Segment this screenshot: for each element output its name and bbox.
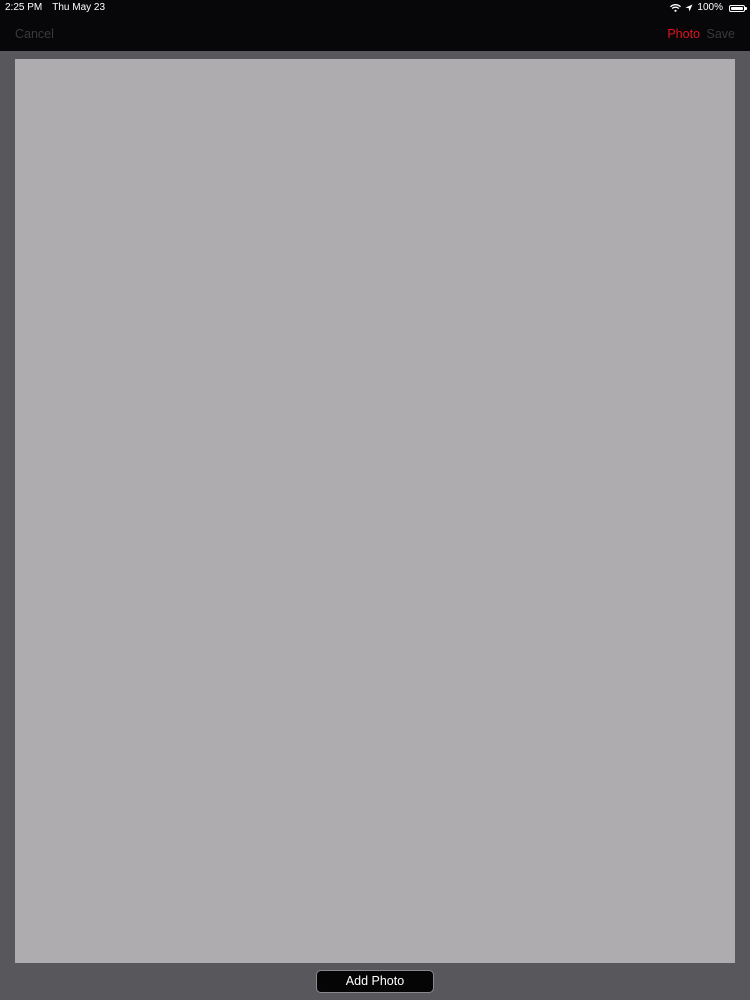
status-right: 100% — [670, 0, 747, 16]
wifi-icon — [670, 4, 682, 12]
battery-icon — [729, 4, 747, 12]
status-left: 2:25 PM Thu May 23 — [5, 0, 105, 16]
battery-tip — [745, 6, 747, 10]
location-arrow-icon — [685, 4, 693, 12]
status-bar: 2:25 PM Thu May 23 100% — [0, 0, 750, 16]
battery-fill — [731, 6, 743, 10]
photo-canvas — [15, 59, 735, 963]
add-photo-button[interactable]: Add Photo — [316, 970, 434, 993]
save-button[interactable]: Save — [707, 16, 736, 51]
cancel-button[interactable]: Cancel — [15, 16, 54, 51]
status-time: 2:25 PM — [5, 2, 43, 13]
battery-percent: 100% — [697, 2, 723, 13]
status-date: Thu May 23 — [52, 2, 106, 13]
photo-button[interactable]: Photo — [667, 16, 700, 51]
navigation-bar: Cancel Photo Save — [0, 16, 750, 51]
